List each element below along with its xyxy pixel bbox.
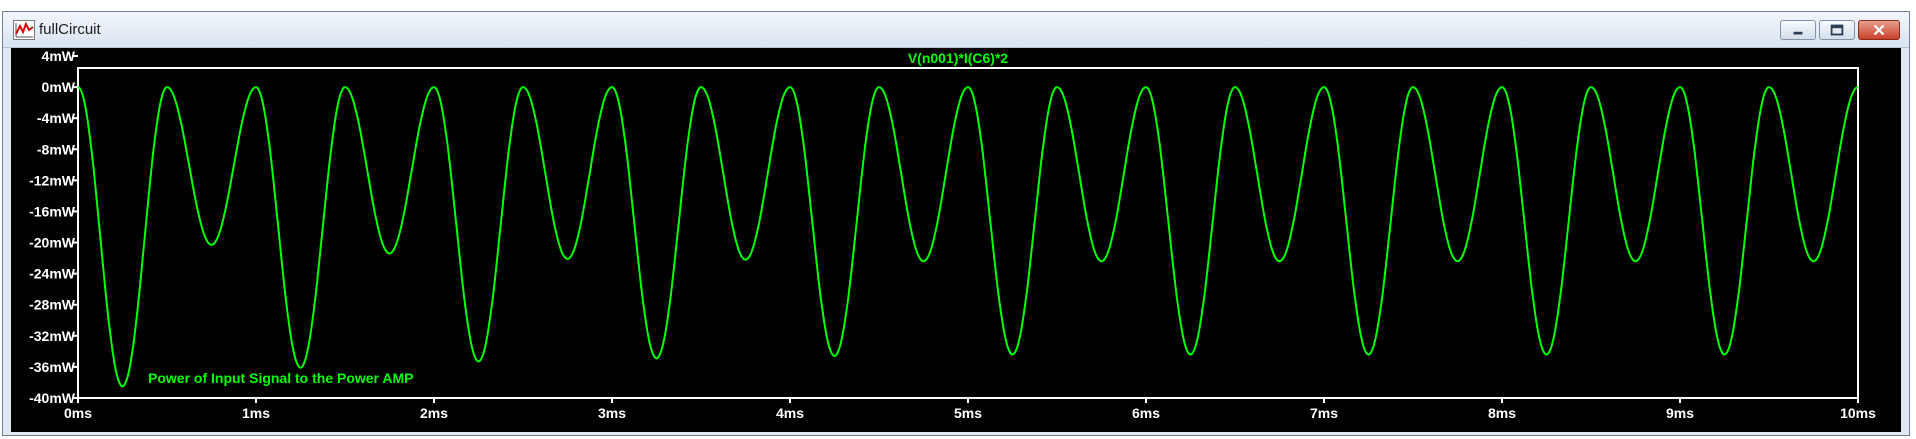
x-tick-label: 9ms: [1666, 405, 1694, 421]
x-tick-label: 10ms: [1840, 405, 1876, 421]
x-tick-label: 2ms: [420, 405, 448, 421]
y-tick-label: -4mW: [37, 110, 76, 126]
maximize-icon: [1830, 24, 1844, 36]
x-tick-label: 6ms: [1132, 405, 1160, 421]
y-tick-label: -40mW: [29, 390, 76, 406]
waveform-icon: [13, 20, 35, 40]
x-tick-label: 7ms: [1310, 405, 1338, 421]
x-axis: 0ms 1ms 2ms 3ms 4ms 5ms 6ms 7ms 8ms 9ms 10ms: [64, 398, 1876, 421]
chart: 4mW 0mW -4mW -8mW -12mW -16mW -20mW -24mW -28mW -…: [29, 48, 1876, 421]
series-line[interactable]: [77, 86, 1859, 388]
chart-annotation: Power of Input Signal to the Power AMP: [148, 370, 414, 386]
plot-area[interactable]: 4mW 0mW -4mW -8mW -12mW -16mW -20mW -24mW -28mW -…: [11, 48, 1901, 432]
y-tick-label: 0mW: [42, 79, 76, 95]
y-tick-label: -20mW: [29, 235, 76, 251]
maximize-button[interactable]: [1819, 20, 1855, 40]
close-icon: [1873, 24, 1885, 36]
x-tick-label: 0ms: [64, 405, 92, 421]
y-tick-label: -8mW: [37, 141, 76, 157]
plot-frame: [77, 67, 1859, 399]
y-tick-label: -36mW: [29, 359, 76, 375]
y-tick-label: -32mW: [29, 328, 76, 344]
y-axis: 4mW 0mW -4mW -8mW -12mW -16mW -20mW -24mW -28mW -…: [29, 48, 78, 406]
y-tick-label: -24mW: [29, 266, 76, 282]
plot-window: fullCircuit 4mW 0mW -4mW -8mW -12mW -16mW -20m…: [2, 11, 1910, 436]
minimize-button[interactable]: [1780, 20, 1816, 40]
window-title: fullCircuit: [39, 21, 101, 38]
minimize-icon: [1793, 31, 1803, 35]
close-button[interactable]: [1858, 20, 1900, 40]
y-tick-label: -16mW: [29, 203, 76, 219]
y-tick-label: -12mW: [29, 172, 76, 188]
x-tick-label: 5ms: [954, 405, 982, 421]
title-bar[interactable]: fullCircuit: [3, 12, 1909, 48]
x-tick-label: 3ms: [598, 405, 626, 421]
y-tick-label: 4mW: [42, 48, 76, 64]
x-tick-label: 1ms: [242, 405, 270, 421]
x-tick-label: 4ms: [776, 405, 804, 421]
y-tick-label: -28mW: [29, 297, 76, 313]
chart-title[interactable]: V(n001)*I(C6)*2: [908, 50, 1009, 66]
x-tick-label: 8ms: [1488, 405, 1516, 421]
